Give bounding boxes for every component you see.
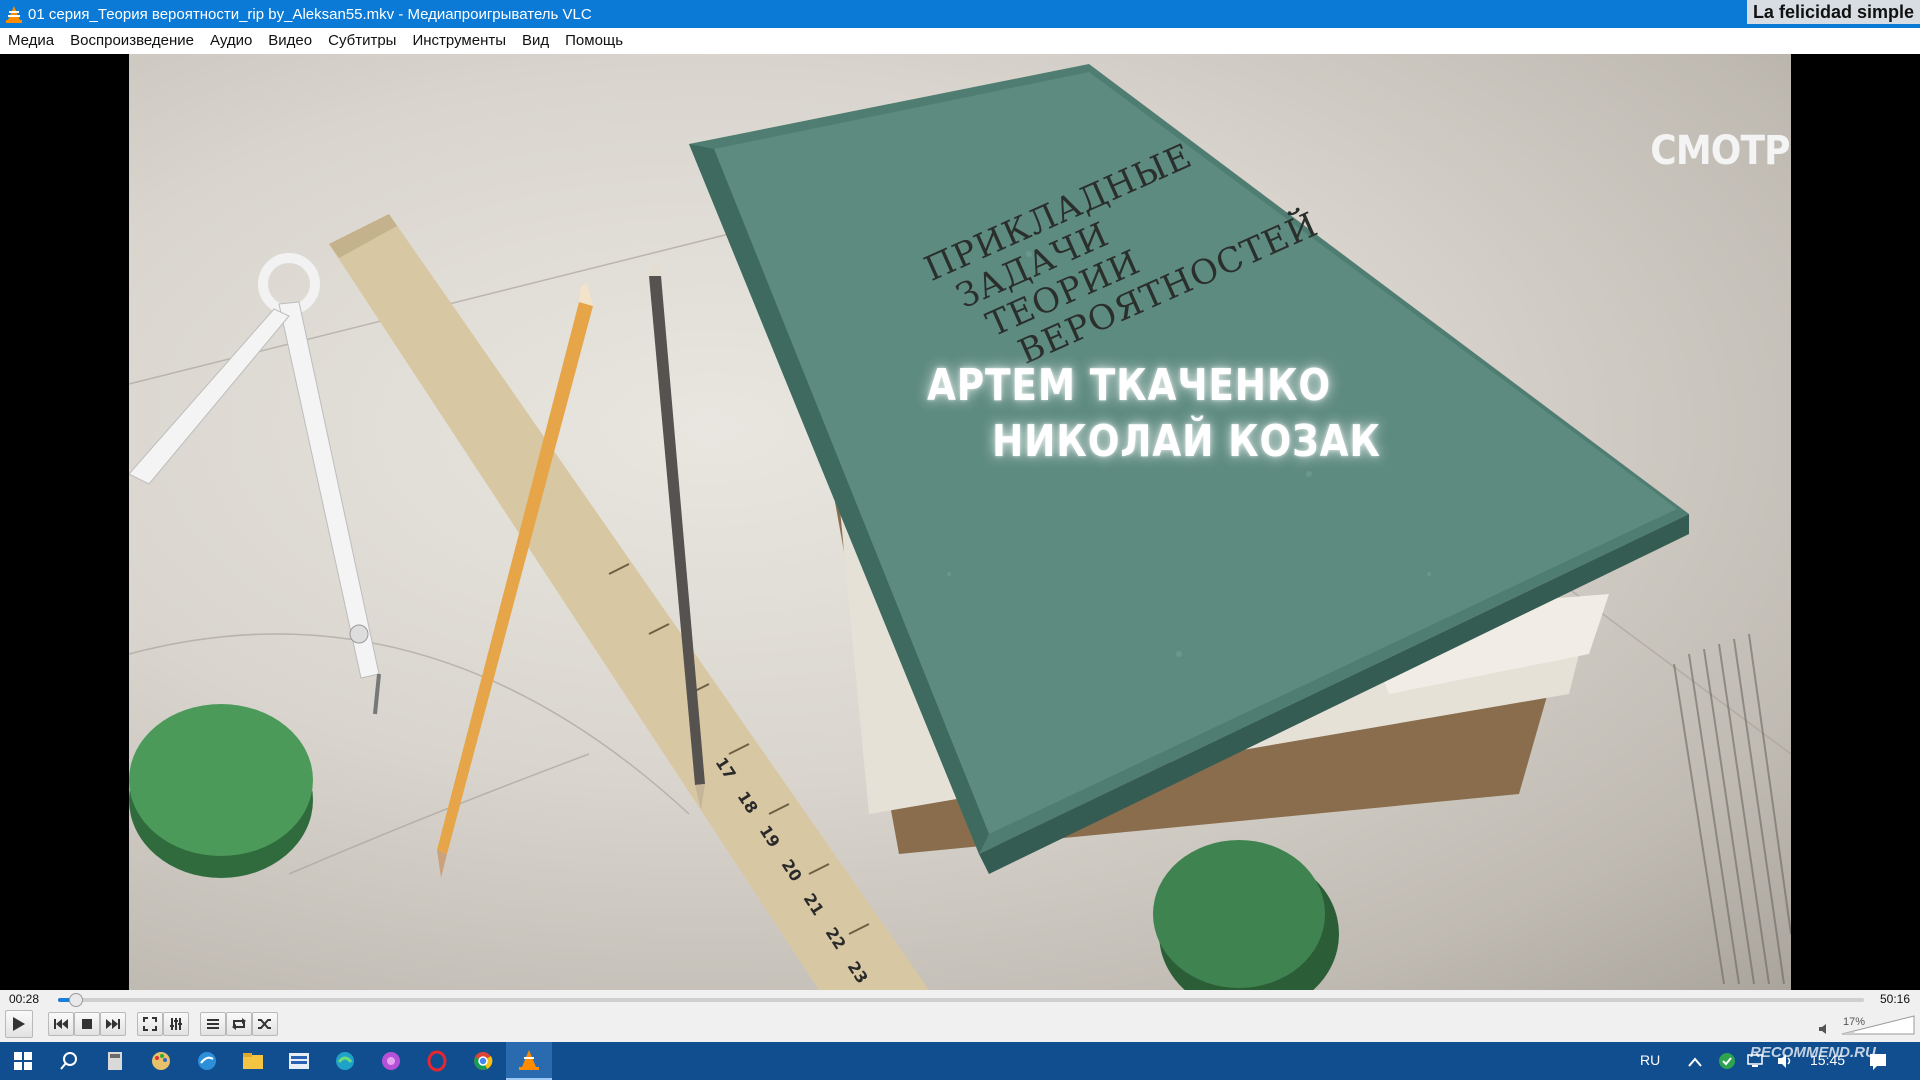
taskbar-app-calculator[interactable] bbox=[92, 1042, 138, 1080]
stop-button[interactable] bbox=[74, 1012, 100, 1036]
taskbar-app-tool[interactable] bbox=[184, 1042, 230, 1080]
fullscreen-button[interactable] bbox=[137, 1012, 163, 1036]
playlist-button[interactable] bbox=[200, 1012, 226, 1036]
shuffle-button[interactable] bbox=[252, 1012, 278, 1036]
input-language[interactable]: RU bbox=[1640, 1052, 1660, 1068]
edge-browser-icon bbox=[336, 1052, 354, 1070]
equalizer-icon bbox=[170, 1018, 182, 1030]
taskbar-app-paint[interactable] bbox=[138, 1042, 184, 1080]
previous-button[interactable] bbox=[48, 1012, 74, 1036]
next-button[interactable] bbox=[100, 1012, 126, 1036]
tray-overflow-chevron-up-icon[interactable] bbox=[1688, 1054, 1702, 1072]
security-shield-icon[interactable] bbox=[1718, 1052, 1736, 1075]
play-icon bbox=[13, 1017, 25, 1031]
corner-tag: La felicidad simple bbox=[1746, 0, 1920, 24]
taskbar: RU 15:45 bbox=[0, 1042, 1920, 1080]
loop-icon bbox=[232, 1018, 246, 1030]
channel-logo: СМОТРИМ bbox=[1650, 128, 1791, 174]
calculator-icon bbox=[108, 1052, 122, 1070]
video-frame[interactable]: 17 18 19 20 21 22 23 ПРИКЛАДНЫЕ ЗАДАЧИ Т… bbox=[129, 54, 1791, 990]
taskbar-app-edge[interactable] bbox=[322, 1042, 368, 1080]
video-scene: 17 18 19 20 21 22 23 bbox=[129, 64, 1791, 990]
playlist-icon bbox=[207, 1019, 219, 1029]
play-button[interactable] bbox=[5, 1010, 33, 1038]
fullscreen-icon bbox=[143, 1017, 157, 1031]
next-icon bbox=[106, 1019, 120, 1029]
folder-icon bbox=[243, 1053, 263, 1069]
taskbar-app-opera[interactable] bbox=[414, 1042, 460, 1080]
vlc-cone-icon bbox=[519, 1050, 539, 1070]
menu-help[interactable]: Помощь bbox=[557, 28, 631, 54]
menu-view[interactable]: Вид bbox=[514, 28, 557, 54]
control-bar: 00:28 50:16 17% bbox=[0, 990, 1920, 1042]
opera-icon bbox=[427, 1050, 447, 1072]
taskbar-app-messenger[interactable] bbox=[368, 1042, 414, 1080]
previous-icon bbox=[54, 1019, 68, 1029]
seek-handle[interactable] bbox=[68, 993, 83, 1007]
taskbar-search-button[interactable] bbox=[46, 1042, 92, 1080]
extended-settings-button[interactable] bbox=[163, 1012, 189, 1036]
credit-actor-1: АРТЕМ ТКАЧЕНКО bbox=[927, 360, 1332, 411]
menu-playback[interactable]: Воспроизведение bbox=[62, 28, 202, 54]
window-title: 01 серия_Теория вероятности_rip by_Aleks… bbox=[28, 5, 592, 23]
title-bar: 01 серия_Теория вероятности_rip by_Aleks… bbox=[0, 0, 1920, 28]
menu-audio[interactable]: Аудио bbox=[202, 28, 260, 54]
menu-tools[interactable]: Инструменты bbox=[404, 28, 514, 54]
shuffle-icon bbox=[258, 1019, 271, 1029]
elapsed-time: 00:28 bbox=[9, 992, 40, 1006]
menu-media[interactable]: Медиа bbox=[0, 28, 62, 54]
menu-bar: Медиа Воспроизведение Аудио Видео Субтит… bbox=[0, 28, 1920, 54]
watermark: RECOMMEND.RU bbox=[1750, 1044, 1876, 1061]
paint-icon bbox=[152, 1052, 170, 1070]
start-button[interactable] bbox=[0, 1042, 46, 1080]
menu-subtitles[interactable]: Субтитры bbox=[320, 28, 404, 54]
vlc-cone-icon bbox=[6, 5, 22, 23]
taskbar-app-manager[interactable] bbox=[276, 1042, 322, 1080]
chrome-icon bbox=[474, 1052, 493, 1070]
windows-logo-icon bbox=[14, 1052, 32, 1070]
taskbar-app-chrome[interactable] bbox=[460, 1042, 506, 1080]
app-tool-icon bbox=[198, 1052, 216, 1070]
loop-button[interactable] bbox=[226, 1012, 252, 1036]
speaker-icon[interactable] bbox=[1818, 1022, 1830, 1040]
taskbar-app-explorer[interactable] bbox=[230, 1042, 276, 1080]
stop-icon bbox=[82, 1019, 92, 1029]
messenger-icon bbox=[382, 1052, 400, 1070]
total-time: 50:16 bbox=[1880, 992, 1911, 1006]
video-area[interactable]: 17 18 19 20 21 22 23 ПРИКЛАДНЫЕ ЗАДАЧИ Т… bbox=[0, 54, 1920, 990]
app-manager-icon bbox=[289, 1053, 309, 1069]
volume-percent: 17% bbox=[1843, 1016, 1866, 1028]
seek-bar[interactable] bbox=[58, 993, 1864, 1007]
menu-video[interactable]: Видео bbox=[260, 28, 320, 54]
credit-actor-2: НИКОЛАЙ КОЗАК bbox=[992, 416, 1381, 467]
search-icon bbox=[60, 1052, 77, 1070]
taskbar-app-vlc[interactable] bbox=[506, 1042, 552, 1080]
